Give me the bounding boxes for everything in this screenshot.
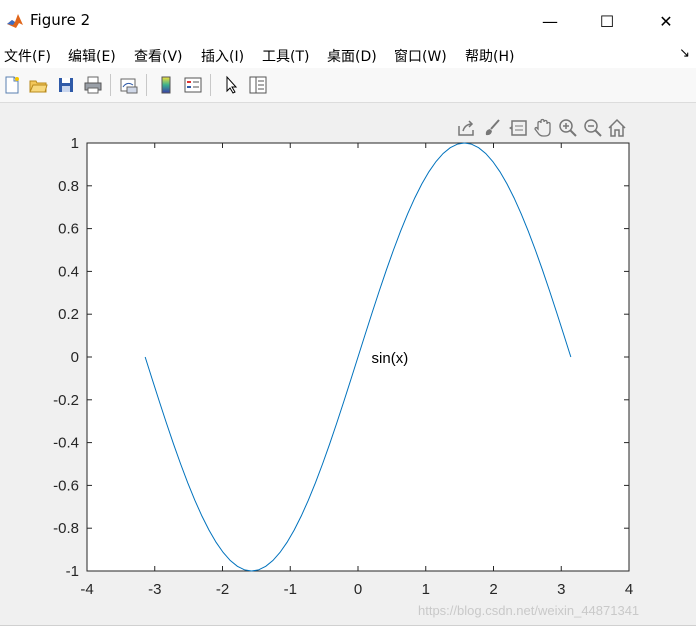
brush-icon[interactable] <box>481 117 503 139</box>
x-tick-label: 4 <box>625 581 633 598</box>
pan-icon[interactable] <box>532 117 554 139</box>
y-tick-label: -0.8 <box>53 520 79 537</box>
annotation-text: sin(x) <box>372 350 409 367</box>
y-tick-label: 0 <box>71 349 79 366</box>
watermark-text: https://blog.csdn.net/weixin_44871341 <box>418 603 640 618</box>
y-tick-label: 0.2 <box>58 306 79 323</box>
line-plot: -4 -3 -2 -1 0 1 2 3 4 -1 -0.8 -0.6 -0.4 -0.2 0 0.2 0.4 0… <box>53 135 633 598</box>
x-tick-label: 3 <box>557 581 565 598</box>
y-tick-label: -0.2 <box>53 392 79 409</box>
x-tick-label: 1 <box>422 581 430 598</box>
x-tick-label: -2 <box>216 581 229 598</box>
data-tips-icon[interactable] <box>507 117 529 139</box>
y-tick-label: -0.4 <box>53 435 79 452</box>
y-tick-label: -1 <box>66 563 79 580</box>
y-tick-label: 0.6 <box>58 221 79 238</box>
x-tick-label: 2 <box>489 581 497 598</box>
home-icon[interactable] <box>606 117 628 139</box>
export-icon[interactable] <box>455 117 477 139</box>
x-tick-label: -1 <box>284 581 297 598</box>
x-tick-label: -4 <box>80 581 93 598</box>
zoom-in-icon[interactable] <box>557 117 579 139</box>
x-tick-label: 0 <box>354 581 362 598</box>
y-tick-label: 0.8 <box>58 178 79 195</box>
y-tick-label: 1 <box>71 135 79 152</box>
y-tick-label: 0.4 <box>58 263 79 280</box>
zoom-out-icon[interactable] <box>582 117 604 139</box>
x-tick-label: -3 <box>148 581 161 598</box>
y-tick-label: -0.6 <box>53 477 79 494</box>
